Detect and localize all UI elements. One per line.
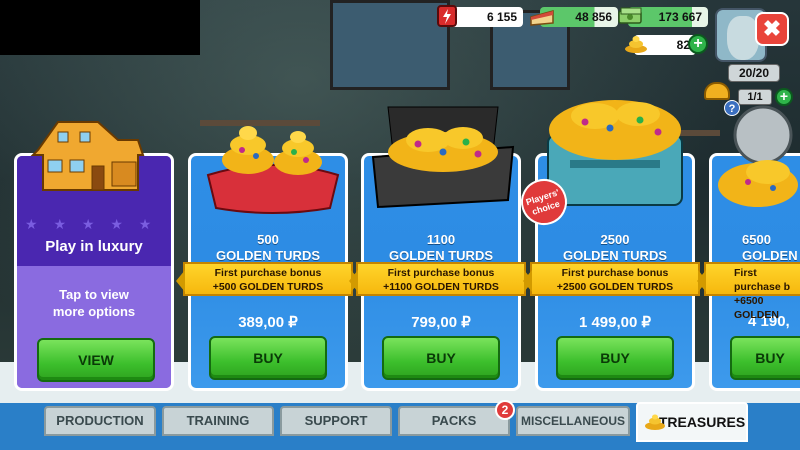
capacity-counter: 20/20 <box>728 64 780 82</box>
money-value: 173 667 <box>658 10 702 24</box>
first-purchase-bonus-ribbon: First purchase bonus +1100 GOLDEN TURDS <box>349 262 533 296</box>
tab-miscellaneous[interactable]: MISCELLANEOUS <box>516 406 630 436</box>
helmet-icon <box>704 82 730 100</box>
buy-button[interactable]: BUY <box>209 336 327 380</box>
buy-button[interactable]: BUY <box>556 336 674 380</box>
mansion-icon <box>30 121 145 191</box>
energy-icon <box>433 2 461 30</box>
golden-turds-pile-small-icon <box>206 126 340 214</box>
redacted-area <box>0 0 200 55</box>
offer-amount: 6500GOLDEN T <box>742 232 800 263</box>
luxury-description: Tap to view more options <box>52 287 136 319</box>
tab-production[interactable]: PRODUCTION <box>44 406 156 436</box>
golden-turds-vault-icon <box>718 105 798 207</box>
stars-decoration: ★ ★ ★ ★ ★ <box>25 216 158 232</box>
offer-price: 389,00 ₽ <box>238 314 298 331</box>
golden-turds-briefcase-icon <box>371 106 515 209</box>
offer-price: 1 499,00 ₽ <box>578 314 652 331</box>
first-purchase-bonus-ribbon: First purchase bonus +2500 GOLDEN TURDS <box>523 262 707 296</box>
close-button[interactable]: ✖ <box>755 12 789 46</box>
add-golden-turds-button[interactable]: + <box>688 34 708 54</box>
money-counter: 173 667 <box>618 7 708 27</box>
offer-amount: 2500 GOLDEN TURDS <box>563 232 667 263</box>
cake-counter: 48 856 <box>530 7 618 27</box>
background-window <box>330 0 450 90</box>
offer-amount: 500 GOLDEN TURDS <box>216 232 320 263</box>
tab-training[interactable]: TRAINING <box>162 406 274 436</box>
first-purchase-bonus-ribbon: First purchase bonus +500 GOLDEN TURDS <box>176 262 360 296</box>
view-button[interactable]: VIEW <box>37 338 155 382</box>
tab-packs[interactable]: PACKS <box>398 406 510 436</box>
golden-turd-counter: 82 + <box>625 34 708 55</box>
buy-button[interactable]: BUY <box>382 336 500 380</box>
tab-treasures-label: TREASURES <box>658 414 746 430</box>
luxury-heading: Play in luxury <box>45 238 143 255</box>
energy-value: 6 155 <box>486 10 517 24</box>
golden-turd-icon <box>622 30 650 58</box>
tab-treasures[interactable]: TREASURES <box>636 402 748 442</box>
packs-notification-badge: 2 <box>495 400 515 420</box>
first-purchase-bonus-ribbon: First purchase b +6500 GOLDEN <box>697 262 800 321</box>
golden-turd-tab-icon <box>645 414 665 430</box>
cake-icon <box>528 2 556 30</box>
energy-counter: 6 155 <box>437 5 523 27</box>
buy-button[interactable]: BUY <box>730 336 800 380</box>
offer-price: 799,00 ₽ <box>411 314 471 331</box>
cake-value: 48 856 <box>575 10 612 24</box>
tab-support[interactable]: SUPPORT <box>280 406 392 436</box>
offer-amount: 1100 GOLDEN TURDS <box>389 232 493 263</box>
money-icon <box>616 2 644 30</box>
